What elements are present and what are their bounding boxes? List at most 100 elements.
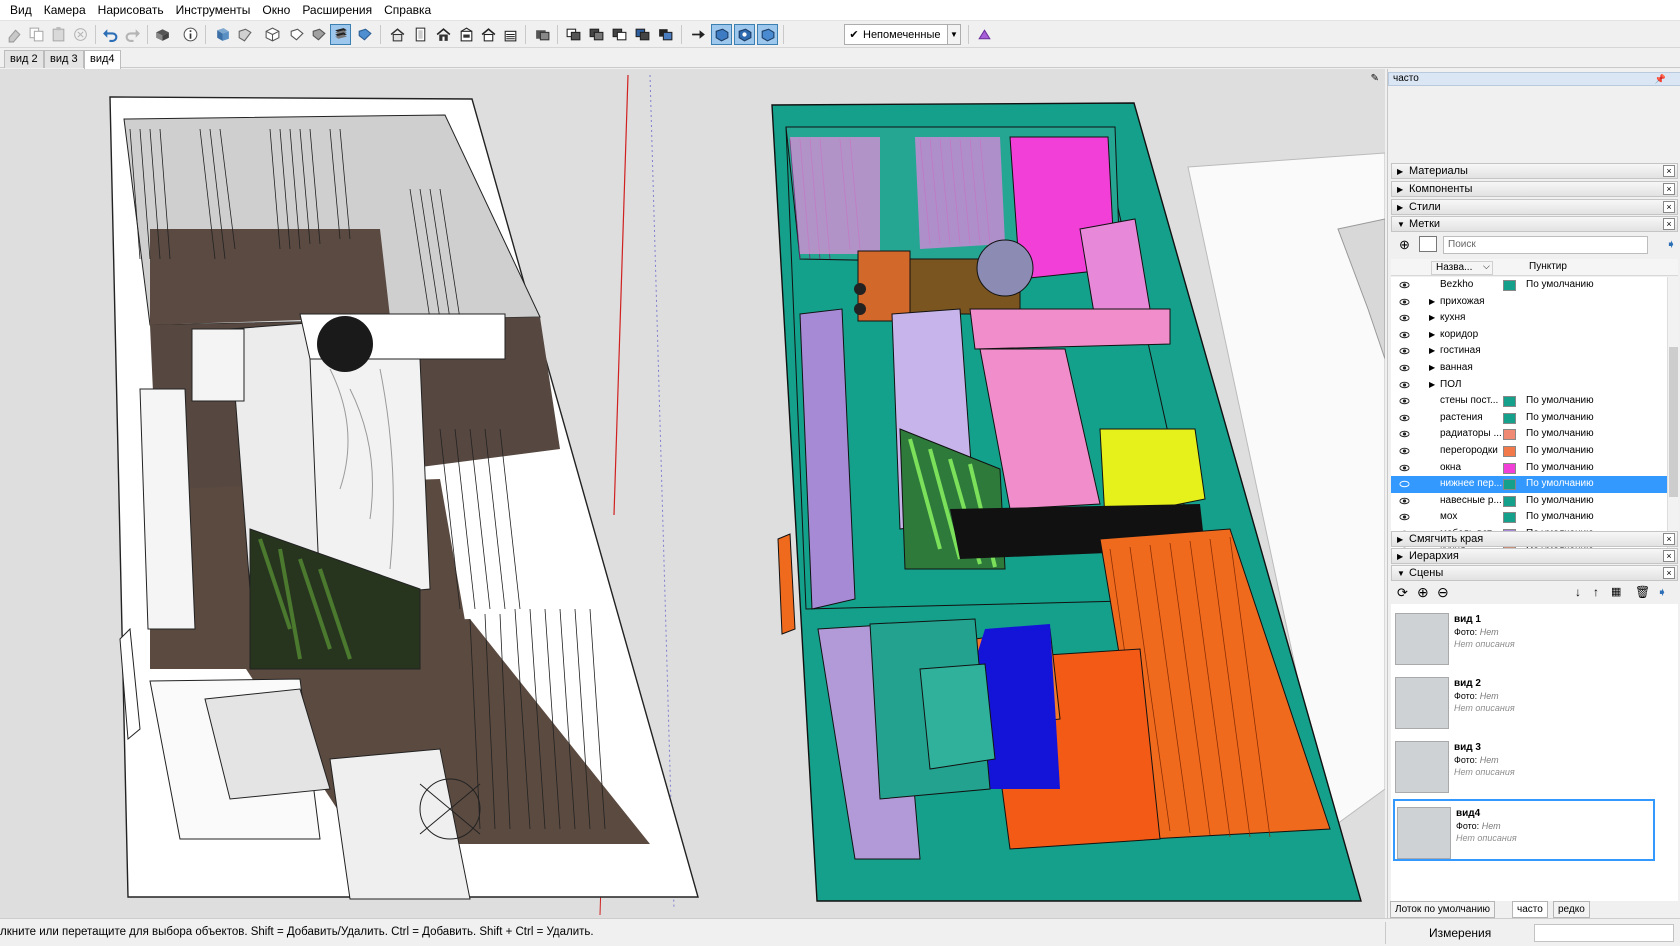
arrow-icon[interactable] [688,24,709,45]
ext4-icon[interactable] [632,24,653,45]
eye-icon[interactable] [1399,513,1410,521]
tag-name[interactable]: коридор [1440,327,1502,344]
expand-icon[interactable]: ▶ [1429,310,1435,327]
tag-name[interactable]: прихожая [1440,294,1502,311]
tag-row[interactable]: Bezkho По умолчанию [1391,277,1667,294]
view-options-icon[interactable]: ▦ [1611,585,1621,598]
tag-search-input[interactable]: Поиск [1443,236,1648,254]
tag-dash[interactable]: По умолчанию [1526,277,1594,294]
tag-scrollbar[interactable] [1667,277,1678,555]
tab-view-2[interactable]: вид 2 [4,50,44,68]
ext3-icon[interactable] [609,24,630,45]
eye-icon[interactable] [1399,447,1410,455]
ext1-icon[interactable] [563,24,584,45]
tag-row[interactable]: мох По умолчанию [1391,509,1667,526]
tag-dash[interactable]: По умолчанию [1526,426,1594,443]
menu-extensions[interactable]: Расширения [296,0,378,21]
tag-name[interactable]: ванная [1440,360,1502,377]
copy-icon[interactable] [26,24,47,45]
tray-tab-rare[interactable]: редко [1553,901,1590,918]
tag-row[interactable]: стены пост... По умолчанию [1391,393,1667,410]
close-icon[interactable]: × [1663,533,1675,545]
tray-tab-default[interactable]: Лоток по умолчанию [1390,901,1495,918]
expand-icon[interactable]: ▶ [1429,294,1435,311]
scene-item[interactable]: вид 2 Фото: Нет Нет описания [1393,671,1655,733]
tag-dash[interactable]: По умолчанию [1526,493,1594,510]
eye-icon[interactable] [1399,397,1410,405]
scene-item[interactable]: вид 3 Фото: Нет Нет описания [1393,735,1655,797]
redo-icon[interactable] [122,24,143,45]
model-info-icon[interactable] [152,24,173,45]
tag-color-swatch[interactable] [1503,280,1516,291]
expand-icon[interactable]: ▶ [1429,327,1435,344]
move-down-icon[interactable]: ↓ [1575,585,1581,599]
entity-info-icon[interactable] [180,24,201,45]
menu-window[interactable]: Окно [256,0,296,21]
tag-color-swatch[interactable] [1503,495,1516,507]
view-a-icon[interactable] [711,24,732,45]
front-view-icon[interactable] [262,24,283,45]
house2-icon[interactable] [456,24,477,45]
close-icon[interactable]: × [1663,183,1675,195]
warehouse-icon[interactable] [387,24,408,45]
eye-icon[interactable] [1399,364,1410,372]
chevron-down-icon[interactable]: ▼ [947,25,960,44]
tag-row[interactable]: ▶ прихожая [1391,294,1667,311]
details-icon[interactable]: ➧ [1657,585,1667,599]
eye-icon[interactable] [1399,381,1410,389]
tray-tab-often[interactable]: часто [1512,901,1548,918]
remove-scene-icon[interactable]: ⊖ [1437,584,1449,601]
tag-dropdown[interactable]: ✔ Непомеченные ▼ [844,24,961,45]
xray-icon[interactable] [354,24,375,45]
tag-name[interactable]: ПОЛ [1440,377,1502,394]
expand-icon[interactable]: ▶ [1429,360,1435,377]
close-icon[interactable]: × [1663,218,1675,230]
ext5-icon[interactable] [655,24,676,45]
house-icon[interactable] [433,24,454,45]
close-icon[interactable]: × [1663,165,1675,177]
pin-icon[interactable]: 📌 [1655,73,1666,85]
tag-dash[interactable]: По умолчанию [1526,393,1594,410]
tag-row[interactable]: ▶ коридор [1391,327,1667,344]
tag-name[interactable]: навесные р... [1440,493,1502,510]
tag-color-swatch[interactable] [1503,412,1516,424]
undo-icon[interactable] [100,24,121,45]
tag-row[interactable]: ▶ кухня [1391,310,1667,327]
tag-row[interactable]: ▶ ванная [1391,360,1667,377]
tag-name[interactable]: перегородки [1440,443,1502,460]
menu-view[interactable]: Вид [4,0,38,21]
menu-help[interactable]: Справка [378,0,437,21]
eye-icon[interactable] [1399,298,1410,306]
scene-item[interactable]: вид 1 Фото: Нет Нет описания [1393,607,1655,669]
eraser-icon[interactable] [4,24,25,45]
eye-icon[interactable] [1399,414,1410,422]
scene-item[interactable]: вид4 Фото: Нет Нет описания [1393,799,1655,861]
col-dash[interactable]: Пунктир [1529,261,1567,272]
expand-icon[interactable]: ▶ [1429,377,1435,394]
tag-row[interactable]: окна По умолчанию [1391,460,1667,477]
tag-name[interactable]: гостиная [1440,343,1502,360]
tag-name[interactable]: окна [1440,460,1502,477]
tag-row[interactable]: нижнее пер... По умолчанию [1391,476,1667,493]
eye-icon[interactable] [1399,347,1410,355]
tag-row[interactable]: ▶ гостиная [1391,343,1667,360]
panel-components[interactable]: ▶ Компоненты × [1391,181,1678,197]
tag-dash[interactable]: По умолчанию [1526,410,1594,427]
expand-icon[interactable]: ▶ [1429,343,1435,360]
panel-materials[interactable]: ▶ Материалы × [1391,163,1678,179]
view-b-icon[interactable] [734,24,755,45]
door-icon[interactable] [410,24,431,45]
tag-name[interactable]: радиаторы ... [1440,426,1502,443]
tag-name[interactable]: Bezkho [1440,277,1502,294]
face-icon[interactable] [234,24,255,45]
tag-dash[interactable]: По умолчанию [1526,460,1594,477]
tag-color-icon[interactable] [974,24,995,45]
garage-icon[interactable] [500,24,521,45]
add-tag-icon[interactable]: ⊕ [1399,237,1410,253]
paste-icon[interactable] [48,24,69,45]
close-icon[interactable]: × [1663,567,1675,579]
eye-icon[interactable] [1399,331,1410,339]
tag-row[interactable]: навесные р... По умолчанию [1391,493,1667,510]
tab-view-3[interactable]: вид 3 [44,50,84,68]
eye-icon[interactable] [1399,430,1410,438]
